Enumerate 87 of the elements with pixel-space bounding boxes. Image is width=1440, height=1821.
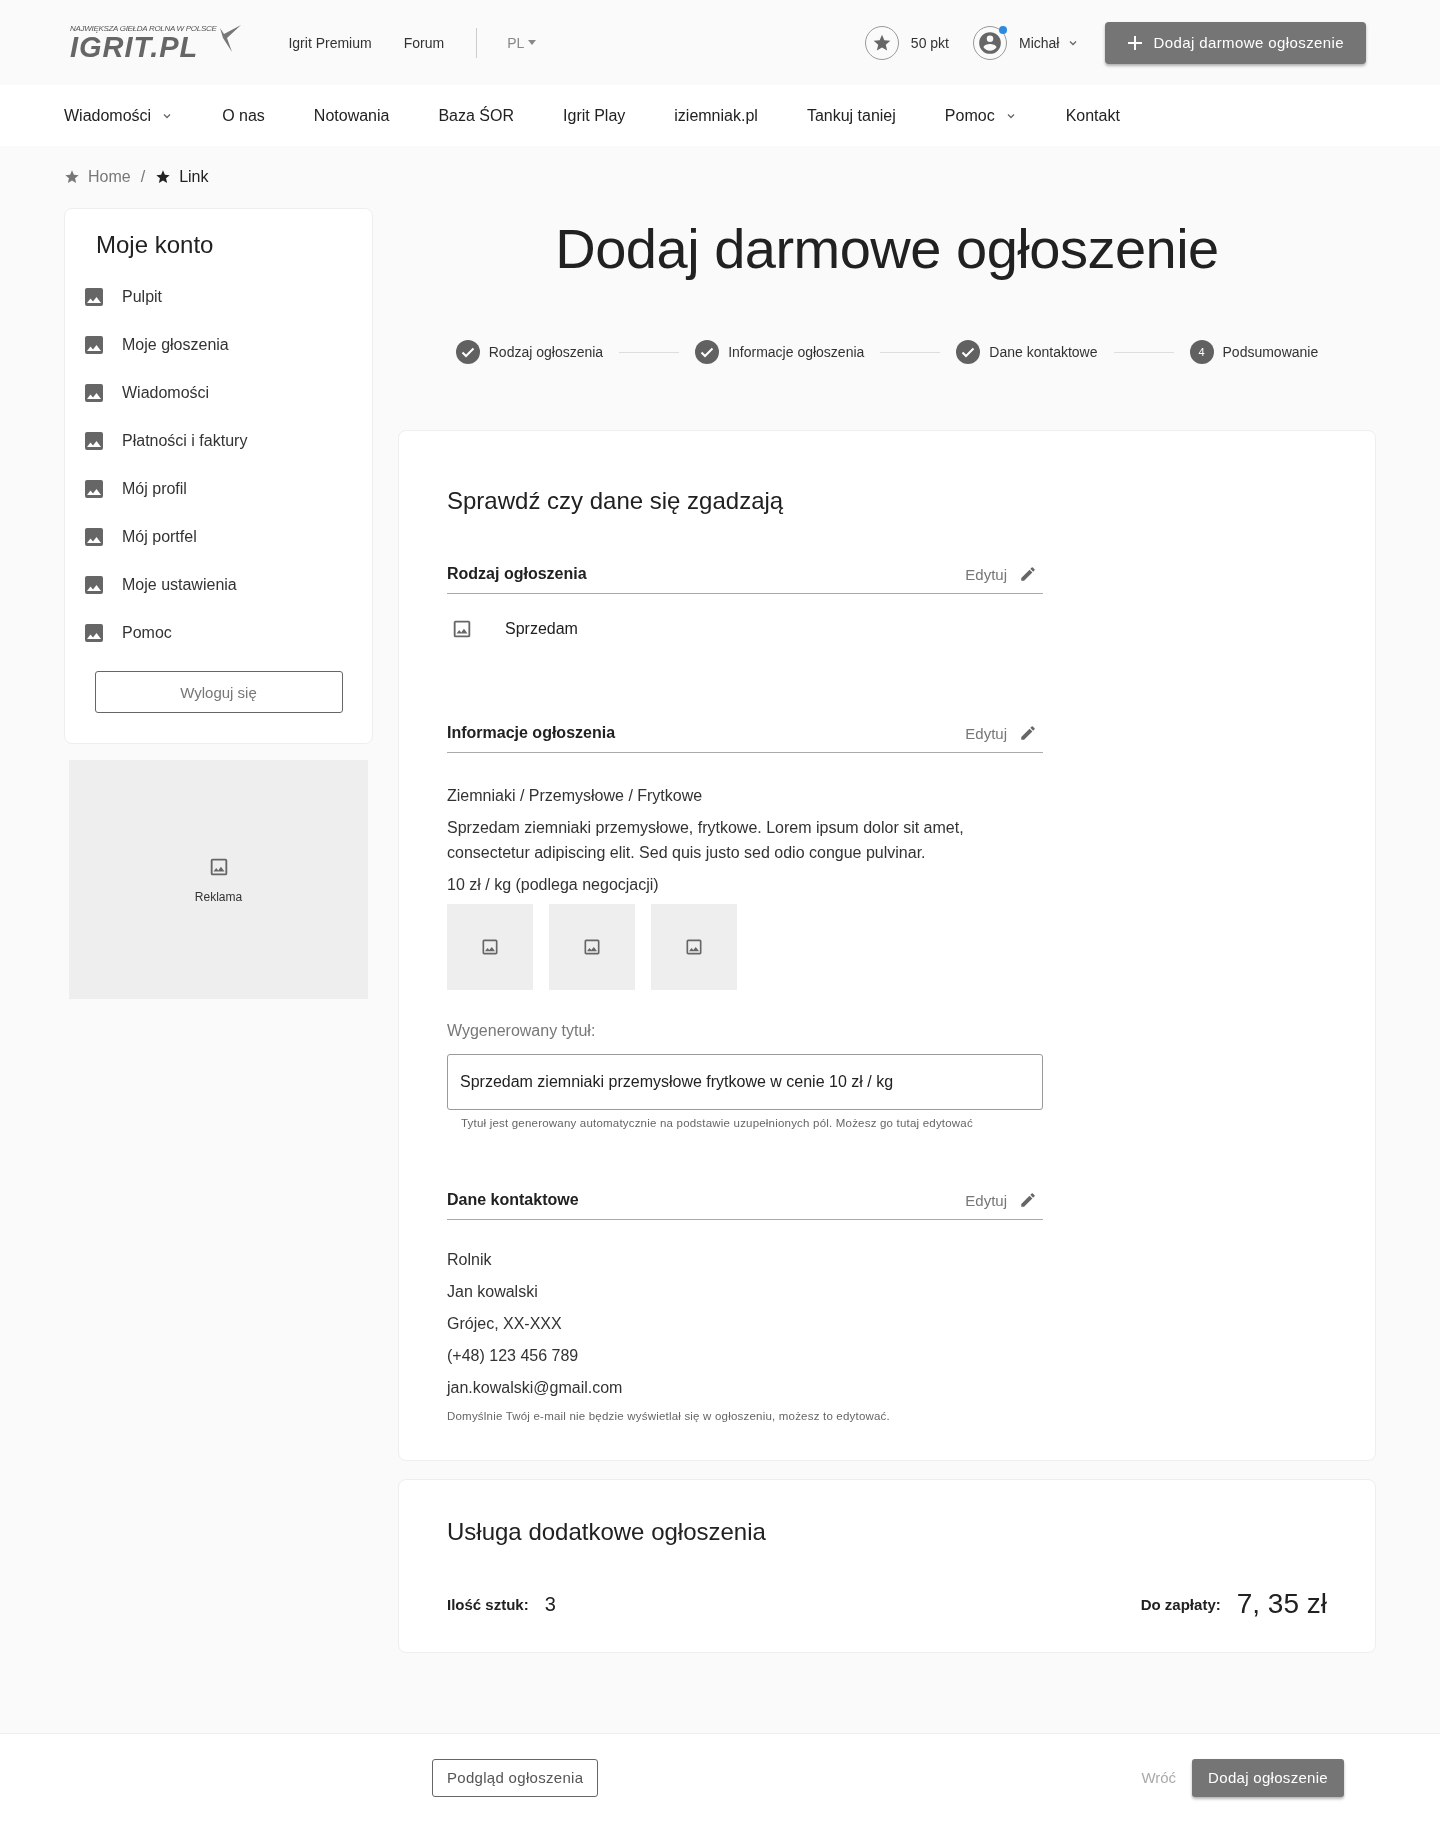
nav-link[interactable]: iziemniak.pl [674, 106, 758, 125]
image-icon [451, 618, 473, 640]
caret-icon [528, 40, 537, 45]
account-icon [977, 29, 1003, 56]
section-title: Dane kontaktowe [447, 1191, 580, 1209]
nav-link[interactable]: Tankuj taniej [806, 106, 896, 125]
field-label: Wygenerowany tytuł: [447, 1022, 597, 1040]
menu-item[interactable]: Mój profil [65, 465, 372, 513]
total-amount: 7, 35 zł [1236, 1588, 1327, 1620]
contact-line: Rolnik [447, 1250, 493, 1270]
contact-line: Grójec, XX-XXX [447, 1314, 563, 1334]
price-text: 10 zł / kg (podlega negocjacji) [447, 875, 660, 895]
edit-link[interactable]: Edytuj [965, 724, 1007, 742]
contact-line: Jan kowalski [447, 1282, 539, 1302]
contact-line: (+48) 123 456 789 [447, 1346, 580, 1366]
nav-link[interactable]: Wiadomości [64, 106, 174, 125]
pencil-icon[interactable] [1019, 1191, 1037, 1209]
menu-item[interactable]: Moje ustawienia [65, 561, 372, 609]
image-icon [82, 573, 106, 597]
menu-item[interactable]: Płatności i faktury [65, 417, 372, 465]
step: Dane kontaktowe [956, 340, 1098, 364]
check-circle-icon [956, 340, 981, 364]
menu-item[interactable]: Pulpit [65, 273, 372, 321]
image-icon [480, 937, 500, 957]
points-count: 50 pkt [910, 34, 949, 51]
image-icon [82, 525, 106, 549]
image-icon [82, 381, 106, 405]
preview-button[interactable]: Podgląd ogłoszenia [432, 1758, 599, 1797]
edit-link[interactable]: Edytuj [965, 565, 1007, 583]
breadcrumb-separator: / [140, 168, 146, 186]
menu-item[interactable]: Mój portfel [65, 513, 372, 561]
nav-link[interactable]: Pomoc [944, 106, 1017, 125]
total-label: Do zapłaty: [1140, 1595, 1221, 1613]
step: Rodzaj ogłoszenia [455, 340, 604, 364]
nav-link[interactable]: O nas [222, 106, 265, 125]
image-icon [82, 429, 106, 453]
nav-link[interactable]: Notowania [313, 106, 390, 125]
account-title: Moje konto [96, 231, 215, 259]
plus-icon [1127, 34, 1144, 51]
pencil-icon[interactable] [1019, 724, 1037, 742]
check-circle-icon [455, 340, 480, 364]
contact-line: jan.kowalski@gmail.com [447, 1378, 624, 1398]
star-icon [155, 169, 172, 185]
field-hint: Tytuł jest generowany automatycznie na podstawie uzupełnionych pól. Możesz go tutaj edytować [461, 1117, 974, 1129]
ad-label: Reklama [194, 889, 243, 904]
image-icon [82, 333, 106, 357]
logout-button[interactable]: Wyloguj się [94, 671, 343, 713]
submit-button[interactable]: Dodaj ogłoszenie [1192, 1758, 1344, 1797]
email-note: Domyślnie Twój e-mail nie będzie wyświetlał się w ogłoszeniu, możesz to edytować. [447, 1410, 891, 1422]
section-title: Informacje ogłoszenia [447, 724, 617, 742]
image-icon [684, 937, 704, 957]
quantity-label: Ilość sztuk: [447, 1595, 529, 1613]
menu-item[interactable]: Pomoc [65, 609, 372, 657]
listing-type: Sprzedam [505, 620, 578, 638]
logo-tagline: NAJWIĘKSZA GIEŁDA ROLNA W POLSCE [70, 24, 217, 33]
pencil-icon[interactable] [1019, 565, 1037, 583]
header-link[interactable]: Igrit Premium [288, 34, 372, 51]
summary-title: Sprawdź czy dane się zgadzają [447, 487, 785, 515]
page-title: Dodaj darmowe ogłoszenie [554, 216, 1220, 282]
breadcrumb-link[interactable]: Link [155, 168, 209, 186]
service-title: Usługa dodatkowe ogłoszenia [447, 1518, 767, 1546]
step-number: 4 [1189, 340, 1214, 364]
quantity-value: 3 [544, 1592, 557, 1616]
image-icon [82, 477, 106, 501]
star-icon [64, 169, 80, 185]
image-icon [82, 621, 106, 645]
description-text: Sprzedam ziemniaki przemysłowe, frytkowe. Lorem ipsum dolor sit amet, consectetur adipiscing elit. Sed quis justo sed odio congue pulvinar. [447, 818, 965, 863]
category-path: Ziemniaki / Przemysłowe / Frytkowe [447, 786, 704, 806]
add-listing-button[interactable]: Dodaj darmowe ogłoszenie [1105, 21, 1366, 64]
menu-item[interactable]: Moje głoszenia [65, 321, 372, 369]
step: 4 Podsumowanie [1189, 340, 1319, 364]
ad-banner[interactable]: Reklama [69, 760, 368, 999]
image-icon [82, 285, 106, 309]
logo-text[interactable]: IGRIT.PL [70, 33, 217, 61]
menu-item[interactable]: Wiadomości [65, 369, 372, 417]
image-icon [582, 937, 602, 957]
check-circle-icon [695, 340, 720, 364]
edit-link[interactable]: Edytuj [965, 1191, 1007, 1209]
breadcrumb-link[interactable]: Home [64, 168, 131, 186]
step: Informacje ogłoszenia [695, 340, 865, 364]
title-input[interactable]: Sprzedam ziemniaki przemysłowe frytkowe w cenie 10 zł / kg [447, 1054, 1043, 1110]
user-name[interactable]: Michał [1019, 34, 1060, 51]
nav-link[interactable]: Baza ŚOR [438, 106, 515, 125]
nav-link[interactable]: Kontakt [1065, 106, 1120, 125]
header-link[interactable]: Forum [403, 34, 445, 51]
section-title: Rodzaj ogłoszenia [447, 565, 588, 583]
nav-link[interactable]: Igrit Play [563, 106, 626, 125]
